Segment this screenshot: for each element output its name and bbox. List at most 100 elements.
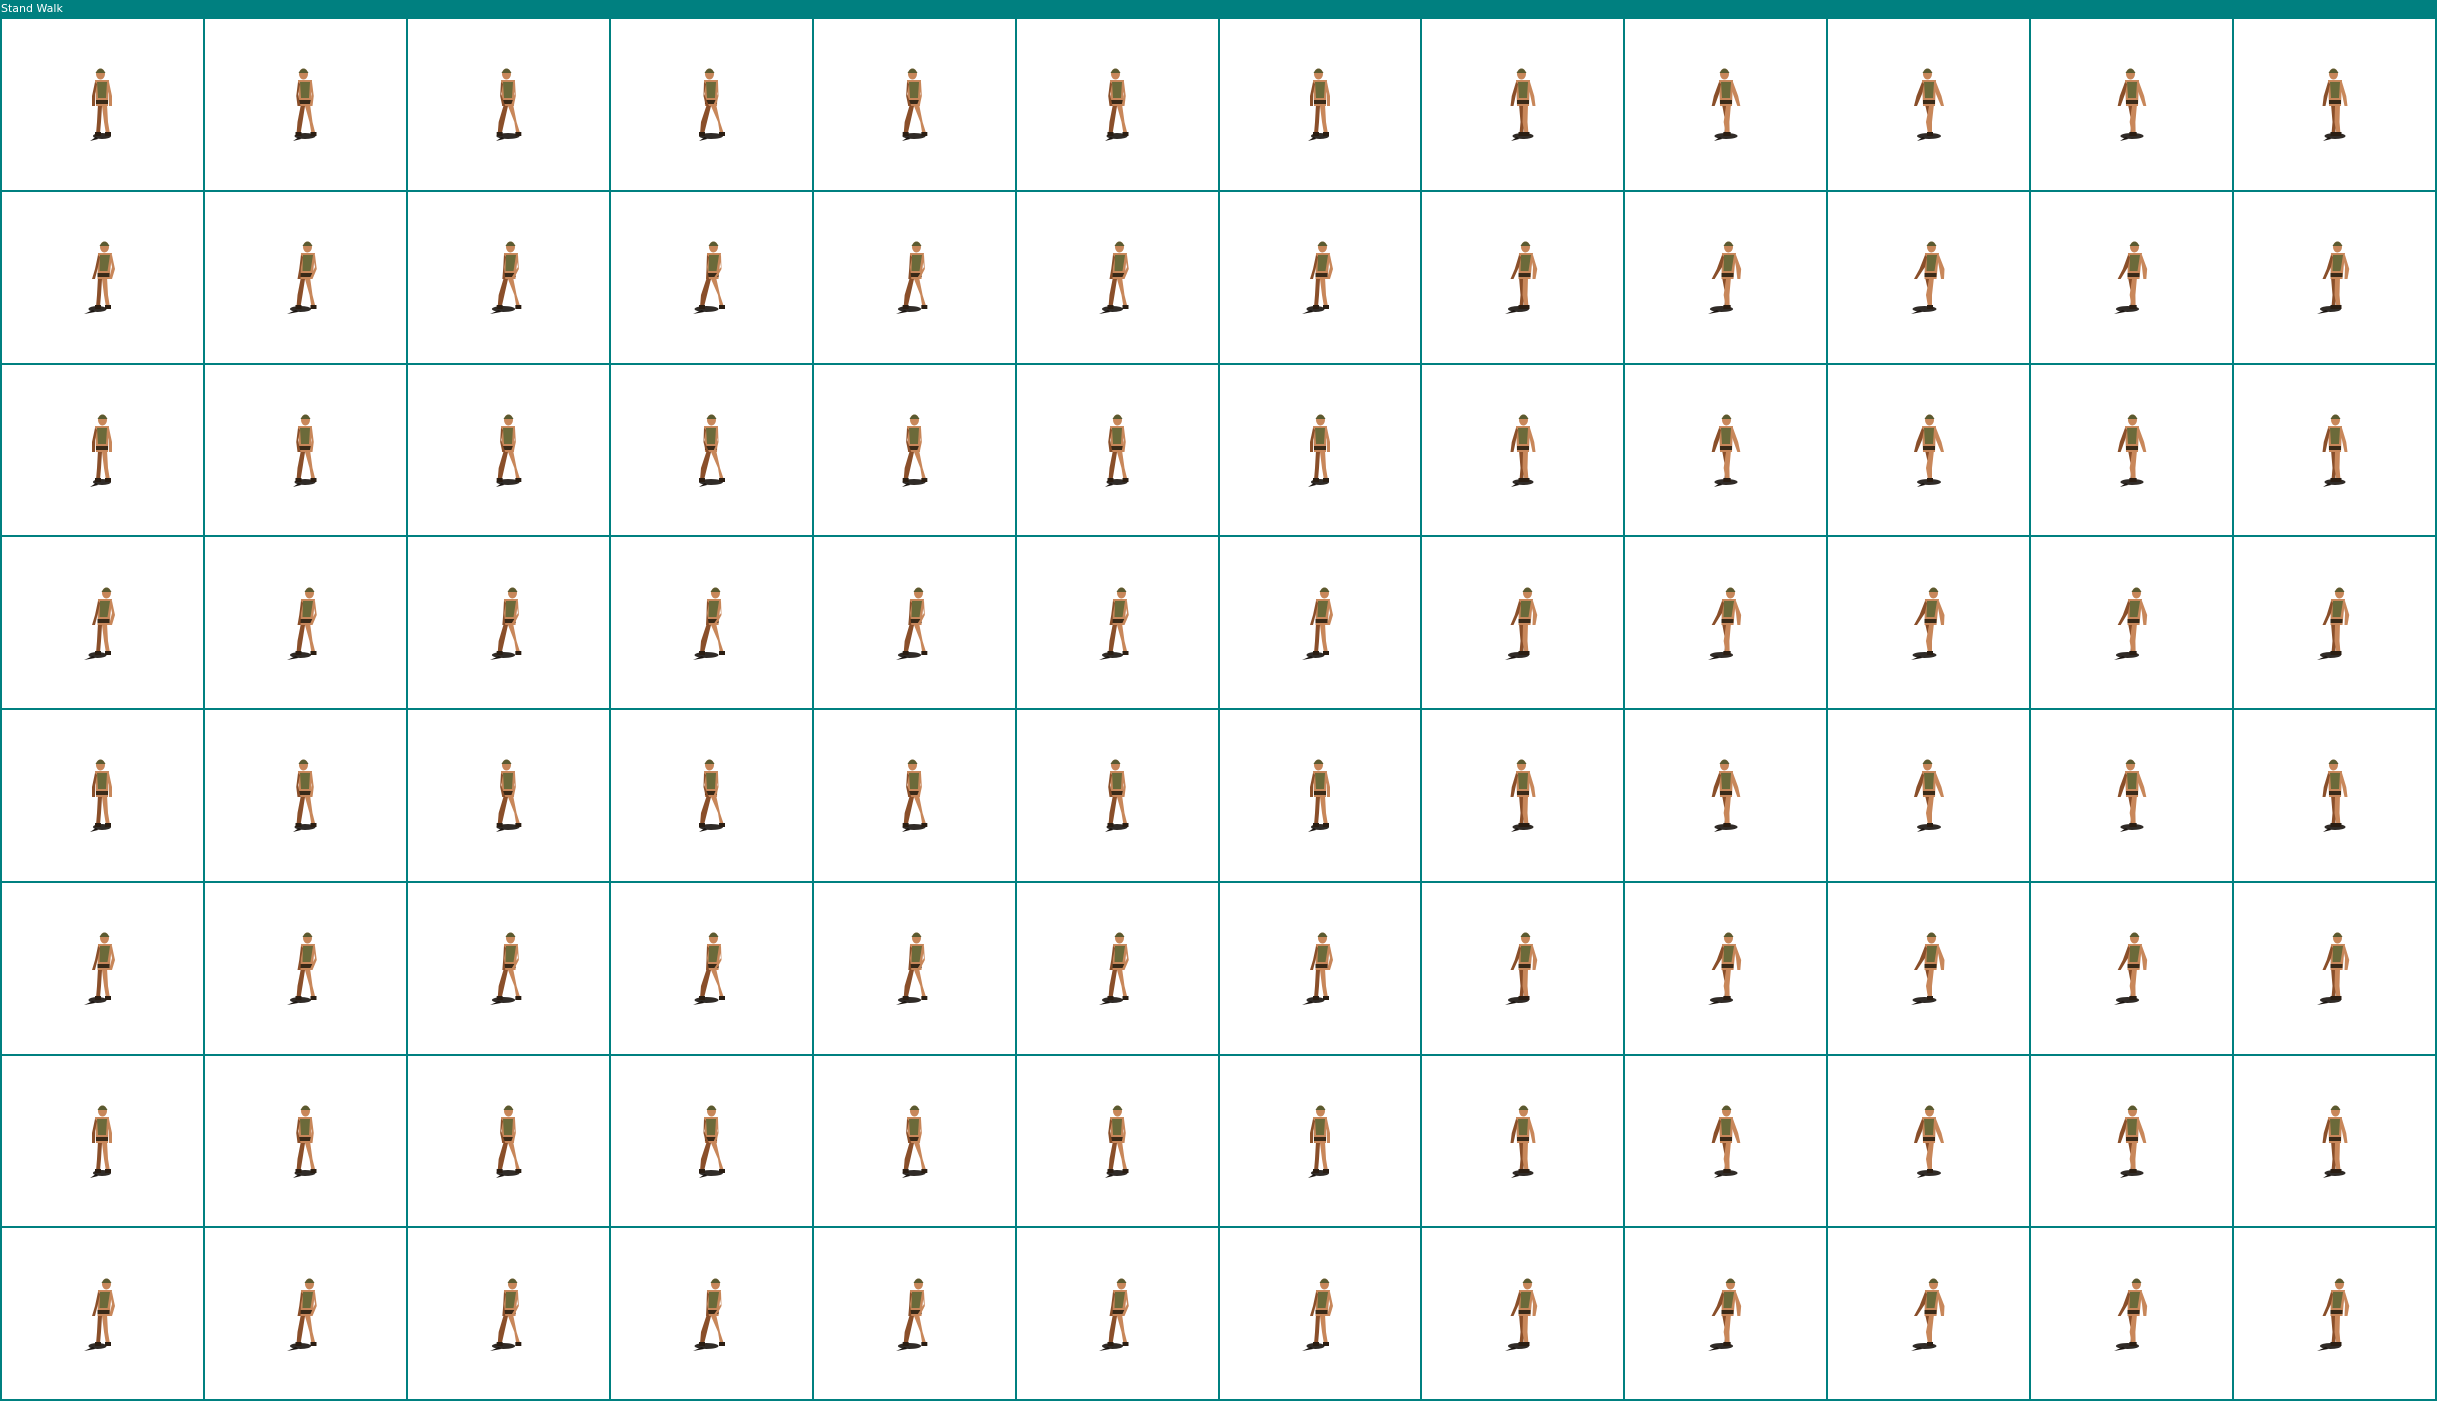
soldier-sprite-icon	[1301, 241, 1333, 315]
soldier-sprite-icon	[902, 1105, 928, 1178]
sprite-frame-cell	[813, 19, 1017, 192]
sprite-frame-cell	[610, 1228, 814, 1401]
soldier-sprite-icon	[2113, 241, 2147, 315]
soldier-sprite-icon	[693, 241, 726, 315]
soldier-sprite-icon	[293, 414, 317, 487]
soldier-sprite-icon	[1504, 587, 1538, 660]
sprite-frame-cell	[813, 191, 1017, 365]
sprite-frame-cell	[2234, 191, 2437, 365]
window-title: Stand Walk	[1, 2, 63, 15]
soldier-sprite-icon	[2322, 759, 2348, 833]
soldier-sprite-icon	[1504, 1278, 1538, 1351]
sprite-frame-cell	[204, 19, 408, 192]
soldier-sprite-icon	[2117, 1105, 2146, 1178]
soldier-sprite-icon	[2322, 68, 2348, 142]
sprite-frame-cell	[2, 19, 205, 192]
soldier-sprite-icon	[1105, 414, 1129, 487]
sprite-frame-cell	[2031, 191, 2235, 365]
soldier-sprite-icon	[2316, 932, 2349, 1006]
soldier-sprite-icon	[693, 587, 726, 660]
sprite-frame-cell	[1422, 191, 1626, 365]
soldier-sprite-icon	[699, 68, 726, 142]
soldier-sprite-icon	[293, 68, 317, 142]
sprite-frame-cell	[610, 19, 814, 192]
sprite-frame-cell	[204, 537, 408, 710]
sprite-frame-cell	[2234, 19, 2437, 192]
sprite-frame-cell	[1016, 1228, 1220, 1401]
soldier-sprite-icon	[693, 932, 726, 1006]
soldier-sprite-icon	[287, 1278, 318, 1351]
soldier-sprite-icon	[1105, 68, 1129, 142]
sprite-frame-cell	[1828, 191, 2032, 365]
sprite-frame-cell	[1625, 537, 1829, 710]
soldier-sprite-icon	[1910, 587, 1945, 660]
sprite-frame-cell	[1016, 537, 1220, 710]
soldier-sprite-icon	[693, 1278, 726, 1351]
sprite-frame-cell	[204, 882, 408, 1056]
sprite-frame-cell	[610, 1055, 814, 1229]
soldier-sprite-icon	[1707, 1278, 1741, 1351]
sprite-frame-cell	[2234, 537, 2437, 710]
soldier-sprite-icon	[2113, 587, 2147, 660]
soldier-sprite-icon	[1105, 759, 1129, 833]
soldier-sprite-icon	[2316, 1278, 2349, 1351]
sprite-frame-cell	[407, 710, 611, 883]
soldier-sprite-icon	[902, 759, 928, 833]
sprite-frame-cell	[2031, 882, 2235, 1056]
soldier-sprite-icon	[1105, 1105, 1129, 1178]
sprite-frame-cell	[1016, 882, 1220, 1056]
sprite-sheet-grid	[0, 17, 2437, 1401]
sprite-frame-cell	[2, 882, 205, 1056]
sprite-frame-cell	[407, 537, 611, 710]
soldier-sprite-icon	[896, 587, 928, 660]
soldier-sprite-icon	[1307, 759, 1330, 833]
sprite-frame-cell	[610, 710, 814, 883]
soldier-sprite-icon	[1711, 68, 1741, 142]
soldier-sprite-icon	[896, 241, 928, 315]
sprite-frame-cell	[2031, 1055, 2235, 1229]
soldier-sprite-icon	[90, 68, 113, 142]
soldier-sprite-icon	[2322, 1105, 2348, 1178]
sprite-frame-cell	[204, 710, 408, 883]
sprite-frame-cell	[1219, 710, 1423, 883]
sprite-frame-cell	[1219, 191, 1423, 365]
soldier-sprite-icon	[2316, 587, 2349, 660]
soldier-sprite-icon	[293, 1105, 317, 1178]
soldier-sprite-icon	[1510, 414, 1536, 487]
sprite-frame-cell	[204, 364, 408, 538]
sprite-frame-cell	[2031, 710, 2235, 883]
soldier-sprite-icon	[896, 1278, 928, 1351]
sprite-frame-cell	[1828, 710, 2032, 883]
soldier-sprite-icon	[1910, 932, 1945, 1006]
soldier-sprite-icon	[1707, 587, 1741, 660]
sprite-frame-cell	[813, 537, 1017, 710]
sprite-frame-cell	[1219, 1228, 1423, 1401]
sprite-frame-cell	[1625, 191, 1829, 365]
sprite-frame-cell	[2234, 1055, 2437, 1229]
sprite-frame-cell	[1625, 710, 1829, 883]
soldier-sprite-icon	[2322, 414, 2348, 487]
sprite-frame-cell	[610, 191, 814, 365]
soldier-sprite-icon	[1510, 1105, 1536, 1178]
soldier-sprite-icon	[1711, 1105, 1741, 1178]
sprite-frame-cell	[1016, 191, 1220, 365]
soldier-sprite-icon	[1913, 759, 1944, 833]
sprite-frame-cell	[407, 1228, 611, 1401]
soldier-sprite-icon	[1301, 1278, 1333, 1351]
sprite-frame-cell	[1422, 364, 1626, 538]
soldier-sprite-icon	[490, 241, 522, 315]
soldier-sprite-icon	[1510, 759, 1536, 833]
sprite-frame-cell	[1828, 364, 2032, 538]
sprite-frame-cell	[1422, 19, 1626, 192]
soldier-sprite-icon	[1504, 241, 1538, 315]
sprite-frame-cell	[1016, 364, 1220, 538]
soldier-sprite-icon	[287, 241, 318, 315]
soldier-sprite-icon	[84, 241, 116, 315]
sprite-frame-cell	[1828, 1228, 2032, 1401]
soldier-sprite-icon	[896, 932, 928, 1006]
soldier-sprite-icon	[1913, 414, 1944, 487]
soldier-sprite-icon	[1504, 932, 1538, 1006]
sprite-frame-cell	[1016, 19, 1220, 192]
soldier-sprite-icon	[490, 932, 522, 1006]
soldier-sprite-icon	[1099, 241, 1129, 315]
